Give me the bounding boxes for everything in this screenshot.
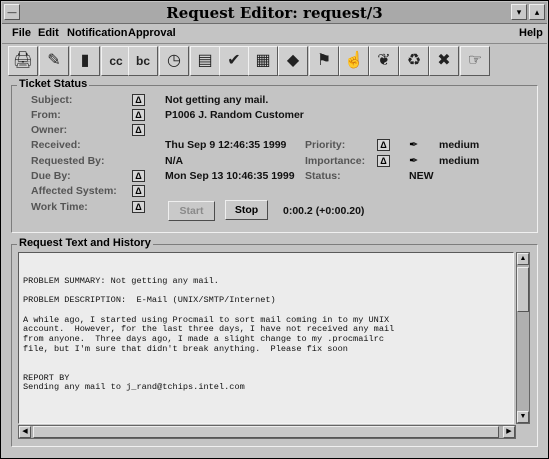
- from-value: P1006 J. Random Customer: [165, 109, 304, 121]
- due-by-edit-icon[interactable]: Δ: [132, 170, 145, 182]
- importance-pen-icon[interactable]: ✒: [409, 154, 418, 167]
- maximize-button[interactable]: ▴: [529, 4, 545, 20]
- menu-help[interactable]: Help: [519, 27, 543, 39]
- requested-by-value: N/A: [165, 155, 184, 167]
- affected-system-label: Affected System:: [31, 185, 117, 197]
- received-label: Received:: [31, 139, 81, 151]
- x-icon[interactable]: ✖: [429, 46, 459, 76]
- menu-notification[interactable]: Notification: [67, 27, 128, 39]
- received-value: Thu Sep 9 12:46:35 1999: [165, 139, 287, 151]
- scroll-down-arrow-icon[interactable]: ▼: [517, 411, 529, 423]
- subject-edit-icon[interactable]: Δ: [132, 94, 145, 106]
- checkmark-icon[interactable]: ✔: [219, 46, 249, 76]
- from-label: From:: [31, 109, 61, 121]
- importance-edit-icon[interactable]: Δ: [377, 155, 390, 167]
- vertical-scroll-thumb[interactable]: [517, 267, 529, 312]
- menu-approval[interactable]: Approval: [128, 27, 176, 39]
- status-value: NEW: [409, 170, 434, 182]
- clipboard-icon[interactable]: ▤: [190, 46, 220, 76]
- work-timer: 0:00.2 (+0:00.20): [283, 205, 365, 217]
- menu-file[interactable]: File: [12, 27, 31, 39]
- work-time-label: Work Time:: [31, 201, 88, 213]
- requested-by-label: Requested By:: [31, 155, 105, 167]
- cc-icon[interactable]: cc: [101, 46, 131, 76]
- title-bar[interactable]: — Request Editor: request/3 ▾ ▴: [2, 2, 547, 24]
- horizontal-scroll-thumb[interactable]: [33, 426, 499, 438]
- priority-edit-icon[interactable]: Δ: [377, 139, 390, 151]
- request-text-area[interactable]: PROBLEM SUMMARY: Not getting any mail. P…: [18, 252, 514, 424]
- scroll-left-arrow-icon[interactable]: ◀: [19, 426, 31, 438]
- subject-label: Subject:: [31, 94, 73, 106]
- window-title: Request Editor: request/3: [166, 4, 383, 22]
- owner-edit-icon[interactable]: Δ: [132, 124, 145, 136]
- subject-value: Not getting any mail.: [165, 94, 269, 106]
- printer-icon[interactable]: 🖨: [8, 46, 38, 76]
- bcc-icon[interactable]: bc: [128, 46, 158, 76]
- scroll-up-arrow-icon[interactable]: ▲: [517, 253, 529, 265]
- menu-bar: File Edit Notification Approval Help: [2, 24, 547, 44]
- request-editor-window: — Request Editor: request/3 ▾ ▴ File Edi…: [0, 0, 549, 459]
- horizontal-scrollbar[interactable]: ◀ ▶: [18, 425, 516, 439]
- pencil-icon[interactable]: ✎: [39, 46, 69, 76]
- work-time-edit-icon[interactable]: Δ: [132, 201, 145, 213]
- owner-label: Owner:: [31, 124, 68, 136]
- recycle-icon[interactable]: ♻: [399, 46, 429, 76]
- from-edit-icon[interactable]: Δ: [132, 109, 145, 121]
- due-by-value: Mon Sep 13 10:46:35 1999: [165, 170, 295, 182]
- diamond-icon[interactable]: ◆: [278, 46, 308, 76]
- request-text: PROBLEM SUMMARY: Not getting any mail. P…: [23, 275, 395, 393]
- vertical-scrollbar[interactable]: ▲ ▼: [516, 252, 530, 424]
- clock-icon[interactable]: ◷: [159, 46, 189, 76]
- priority-pen-icon[interactable]: ✒: [409, 138, 418, 151]
- stop-button[interactable]: Stop: [225, 200, 268, 220]
- toolbar: 🖨 ✎ ▮ cc bc ◷ ▤ ✔ ▦ ◆ ⚑ ☝ ❦ ♻ ✖ ☞: [2, 44, 547, 78]
- menu-edit[interactable]: Edit: [38, 27, 59, 39]
- history-title: Request Text and History: [17, 237, 153, 249]
- chili-icon[interactable]: ❦: [369, 46, 399, 76]
- importance-label: Importance:: [305, 155, 366, 167]
- notepad-icon[interactable]: ▦: [248, 46, 278, 76]
- scroll-right-arrow-icon[interactable]: ▶: [503, 426, 515, 438]
- importance-value: medium: [439, 155, 480, 167]
- hand-icon[interactable]: ☝: [339, 46, 369, 76]
- start-button[interactable]: Start: [168, 201, 215, 221]
- priority-label: Priority:: [305, 139, 346, 151]
- affected-system-edit-icon[interactable]: Δ: [132, 185, 145, 197]
- priority-value: medium: [439, 139, 480, 151]
- ticket-status-title: Ticket Status: [17, 78, 90, 90]
- flag-icon[interactable]: ⚑: [309, 46, 339, 76]
- minimize-button[interactable]: ▾: [511, 4, 527, 20]
- stoplight-icon[interactable]: ▮: [70, 46, 100, 76]
- point-hand-icon[interactable]: ☞: [460, 46, 490, 76]
- due-by-label: Due By:: [31, 170, 71, 182]
- status-label: Status:: [305, 170, 341, 182]
